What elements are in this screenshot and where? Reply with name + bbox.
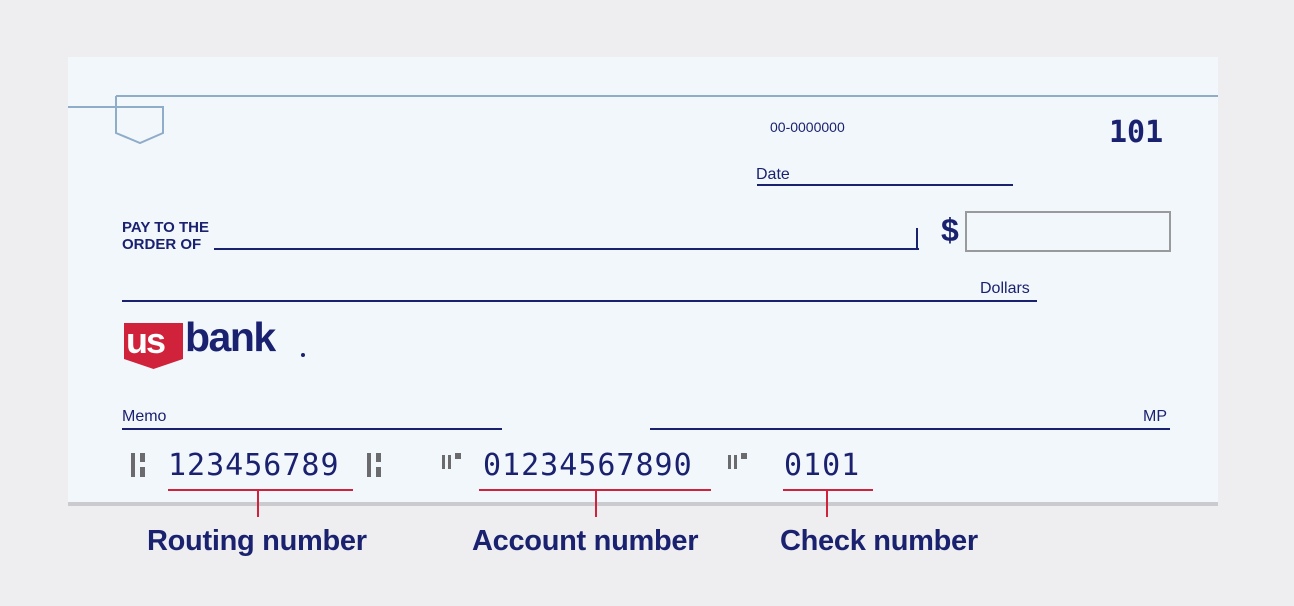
signature-line[interactable] [650, 428, 1170, 430]
dollar-sign: $ [941, 212, 959, 248]
account-pointer [595, 490, 597, 517]
memo-label: Memo [122, 408, 167, 425]
logo-shield-text: us [126, 320, 166, 361]
dollars-label: Dollars [980, 280, 1030, 297]
memo-line[interactable] [122, 428, 502, 430]
check-number-top: 101 [1109, 115, 1164, 150]
tab-shape-icon [115, 96, 164, 145]
check-pointer [826, 490, 828, 517]
bank-fraction: 00-0000000 [770, 119, 845, 135]
written-amount-line[interactable] [122, 300, 1037, 302]
routing-number-caption: Routing number [147, 525, 367, 557]
usbank-logo: us bank [124, 314, 306, 373]
logo-word-text: bank [185, 314, 276, 360]
pay-to-label-line2: ORDER OF [122, 236, 202, 253]
routing-pointer [257, 490, 259, 517]
account-number-caption: Account number [472, 525, 699, 557]
date-label: Date [756, 166, 790, 183]
signature-label: MP [1143, 408, 1167, 425]
micr-check-number: 0101 [784, 448, 861, 483]
payee-line[interactable] [214, 248, 919, 250]
amount-box[interactable] [965, 211, 1171, 252]
pay-to-label: PAY TO THE ORDER OF [122, 219, 209, 253]
transit-symbol-end-icon [367, 453, 387, 477]
date-line[interactable] [757, 184, 1013, 186]
on-us-symbol-icon [442, 453, 464, 471]
transit-symbol-icon [131, 453, 151, 477]
micr-account-number: 01234567890 [483, 448, 693, 483]
logo-registered-dot [301, 353, 305, 357]
pay-to-label-line1: PAY TO THE [122, 219, 209, 236]
check-decorative-lines [68, 95, 1218, 145]
check-number-caption: Check number [780, 525, 978, 557]
payee-line-end [916, 228, 918, 250]
micr-routing-number: 123456789 [168, 448, 340, 483]
check-underline [783, 489, 873, 491]
routing-underline [168, 489, 353, 491]
on-us-symbol-end-icon [728, 453, 750, 471]
